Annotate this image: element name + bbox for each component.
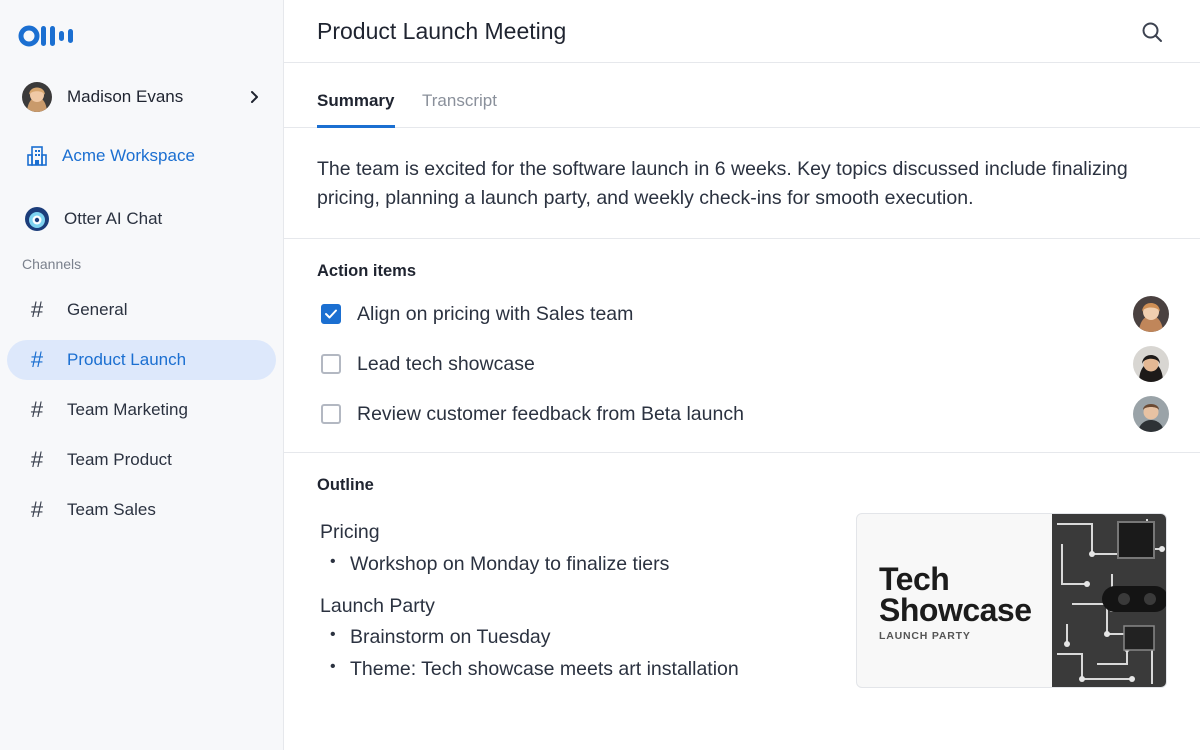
- assignee-avatar[interactable]: [1133, 396, 1169, 432]
- search-icon[interactable]: [1140, 20, 1164, 44]
- channel-team-marketing[interactable]: # Team Marketing: [7, 390, 276, 430]
- checkbox-unchecked[interactable]: [321, 404, 341, 424]
- outline-bullet-text: Workshop on Monday to finalize tiers: [350, 553, 670, 575]
- summary-section: The team is excited for the software lau…: [284, 128, 1200, 239]
- otter-ai-icon: [25, 207, 49, 231]
- outline-topic: Pricing: [320, 521, 380, 543]
- bullet-dot: •: [330, 553, 336, 570]
- outline-topic: Launch Party: [320, 595, 435, 617]
- outline-bullet: • Theme: Tech showcase meets art install…: [330, 658, 739, 681]
- otter-ai-chat-label: Otter AI Chat: [64, 209, 163, 228]
- channels-heading: Channels: [22, 256, 82, 272]
- chevron-right-icon: [251, 91, 258, 103]
- otter-ai-chat-link[interactable]: Otter AI Chat: [24, 205, 162, 233]
- bullet-dot: •: [330, 658, 336, 675]
- workspace-link[interactable]: Acme Workspace: [26, 142, 195, 170]
- channel-label: Product Launch: [67, 350, 187, 369]
- outline-bullet: • Workshop on Monday to finalize tiers: [330, 553, 669, 576]
- hash-icon: #: [30, 297, 44, 322]
- card-title: Tech Showcase: [879, 561, 1032, 628]
- summary-text: The team is excited for the software lau…: [317, 158, 1128, 209]
- check-icon: [325, 309, 337, 319]
- user-profile-row[interactable]: Madison Evans: [22, 80, 262, 114]
- action-item: Review customer feedback from Beta launc…: [321, 394, 1169, 434]
- outline-section: Outline Pricing • Workshop on Monday to …: [284, 453, 1200, 750]
- channel-label: General: [67, 300, 128, 319]
- outline-bullet-text: Brainstorm on Tuesday: [350, 626, 551, 648]
- channel-label: Team Marketing: [67, 400, 188, 419]
- header: Product Launch Meeting: [284, 0, 1200, 63]
- sidebar: Madison Evans Acme Workspace Otter AI Ch…: [0, 0, 284, 750]
- main-content: Product Launch Meeting Summary Transcrip…: [284, 0, 1200, 750]
- card-subtitle: LAUNCH PARTY: [879, 630, 971, 642]
- bullet-dot: •: [330, 626, 336, 643]
- channel-product-launch[interactable]: # Product Launch: [7, 340, 276, 380]
- circuit-board-image: [1052, 514, 1166, 687]
- card-title-line: Tech: [879, 561, 950, 597]
- action-item: Lead tech showcase: [321, 344, 1169, 384]
- checkbox-checked[interactable]: [321, 304, 341, 324]
- channel-general[interactable]: # General: [7, 290, 276, 330]
- checkbox-unchecked[interactable]: [321, 354, 341, 374]
- workspace-label: Acme Workspace: [62, 146, 195, 165]
- assignee-avatar[interactable]: [1133, 346, 1169, 382]
- otter-logo[interactable]: [18, 24, 82, 48]
- user-avatar: [22, 82, 52, 112]
- action-item-label: Align on pricing with Sales team: [357, 302, 634, 325]
- action-item-label: Lead tech showcase: [357, 352, 535, 375]
- building-icon: [27, 146, 47, 166]
- page-title: Product Launch Meeting: [317, 18, 567, 44]
- outline-heading: Outline: [317, 476, 374, 494]
- hash-icon: #: [30, 447, 44, 472]
- channel-team-sales[interactable]: # Team Sales: [7, 490, 276, 530]
- tab-summary[interactable]: Summary: [317, 91, 394, 111]
- action-items-section: Action items Align on pricing with Sales…: [284, 239, 1200, 453]
- outline-bullet-text: Theme: Tech showcase meets art installat…: [350, 658, 739, 680]
- card-title-line: Showcase: [879, 592, 1032, 628]
- hash-icon: #: [30, 347, 44, 372]
- action-item: Align on pricing with Sales team: [321, 294, 1169, 334]
- tech-showcase-card[interactable]: Tech Showcase LAUNCH PARTY: [856, 513, 1167, 688]
- assignee-avatar[interactable]: [1133, 296, 1169, 332]
- action-items-heading: Action items: [317, 262, 417, 280]
- hash-icon: #: [30, 397, 44, 422]
- outline-bullet: • Brainstorm on Tuesday: [330, 626, 551, 649]
- action-item-label: Review customer feedback from Beta launc…: [357, 402, 744, 425]
- channel-label: Team Sales: [67, 500, 156, 519]
- user-name: Madison Evans: [67, 87, 184, 106]
- tab-transcript[interactable]: Transcript: [422, 91, 497, 111]
- channel-team-product[interactable]: # Team Product: [7, 440, 276, 480]
- hash-icon: #: [30, 497, 44, 522]
- channel-label: Team Product: [67, 450, 172, 469]
- tab-bar: Summary Transcript: [284, 63, 1200, 128]
